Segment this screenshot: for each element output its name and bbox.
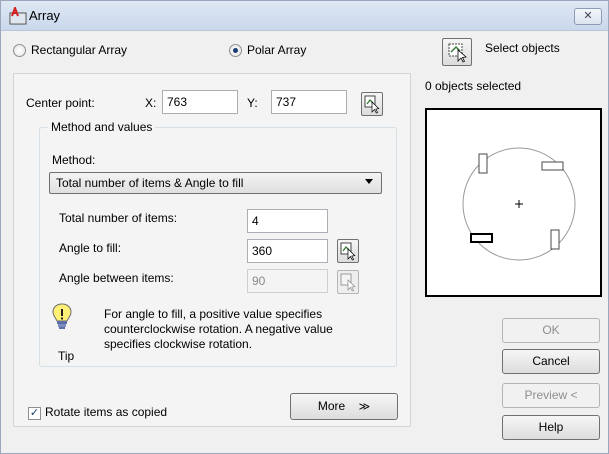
chevron-down-icon	[365, 179, 373, 184]
center-x-input[interactable]: 763	[162, 90, 238, 114]
array-item-bottom-right	[550, 229, 560, 250]
pick-center-point-button[interactable]	[361, 92, 383, 116]
rotate-items-checkbox[interactable]: ✓	[28, 407, 41, 420]
array-item-top-left	[478, 153, 488, 174]
objects-selected-status: 0 objects selected	[425, 79, 522, 93]
more-button[interactable]: More ≫	[290, 393, 398, 420]
radio-circle-checked[interactable]	[229, 43, 242, 57]
angle-between-input[interactable]: 90	[247, 269, 328, 293]
array-item-bottom-left	[470, 233, 493, 243]
select-objects-label: Select objects	[485, 41, 560, 55]
method-values-title: Method and values	[48, 120, 156, 134]
more-label: More	[317, 399, 346, 413]
autocad-app-icon	[9, 7, 27, 25]
polar-array-label: Polar Array	[247, 43, 307, 57]
method-selected-value: Total number of items & Angle to fill	[56, 176, 244, 190]
array-dialog: Array ✕ Rectangular Array Polar Array Se…	[0, 0, 609, 454]
center-crosshair	[515, 200, 523, 208]
center-y-label: Y:	[247, 96, 258, 110]
tip-text: For angle to fill, a positive value spec…	[104, 307, 333, 351]
center-x-label: X:	[145, 96, 157, 110]
array-item-top-right	[541, 161, 564, 171]
pick-angle-fill-button[interactable]	[337, 239, 359, 263]
title-bar: Array ✕	[1, 1, 608, 31]
method-label: Method:	[52, 153, 96, 167]
cancel-button[interactable]: Cancel	[502, 349, 600, 374]
total-items-label: Total number of items:	[59, 211, 178, 225]
lightbulb-icon	[52, 303, 72, 329]
array-preview	[425, 108, 602, 297]
select-objects-button[interactable]	[442, 38, 472, 66]
rotate-items-label: Rotate items as copied	[45, 405, 168, 419]
pick-angle-between-button[interactable]	[337, 270, 359, 294]
angle-between-label: Angle between items:	[59, 271, 174, 285]
polar-array-radio[interactable]: Polar Array	[229, 43, 306, 57]
pick-point-icon	[340, 242, 356, 261]
angle-to-fill-input[interactable]: 360	[247, 239, 328, 263]
rectangular-array-label: Rectangular Array	[31, 43, 128, 57]
total-items-input[interactable]: 4	[247, 209, 328, 233]
select-objects-icon	[448, 43, 467, 63]
array-settings-panel: Center point: X: 763 Y: 737 Method and v…	[13, 73, 411, 427]
double-chevron-down-icon: ≫	[358, 401, 371, 413]
close-button[interactable]: ✕	[574, 8, 602, 25]
angle-to-fill-label: Angle to fill:	[59, 241, 122, 255]
tip-label: Tip	[58, 349, 75, 363]
pick-point-icon	[364, 95, 380, 114]
preview-graphic	[462, 147, 576, 261]
center-point-label: Center point:	[26, 96, 95, 110]
ok-button[interactable]: OK	[502, 318, 600, 343]
rectangular-array-radio[interactable]: Rectangular Array	[13, 43, 127, 57]
close-icon: ✕	[583, 10, 593, 22]
window-title: Array	[29, 8, 61, 23]
preview-button[interactable]: Preview <	[502, 383, 600, 408]
radio-circle[interactable]	[13, 43, 26, 57]
center-y-input[interactable]: 737	[271, 90, 347, 114]
pick-point-icon	[340, 273, 356, 292]
method-dropdown[interactable]: Total number of items & Angle to fill	[49, 172, 382, 194]
help-button[interactable]: Help	[502, 415, 600, 440]
